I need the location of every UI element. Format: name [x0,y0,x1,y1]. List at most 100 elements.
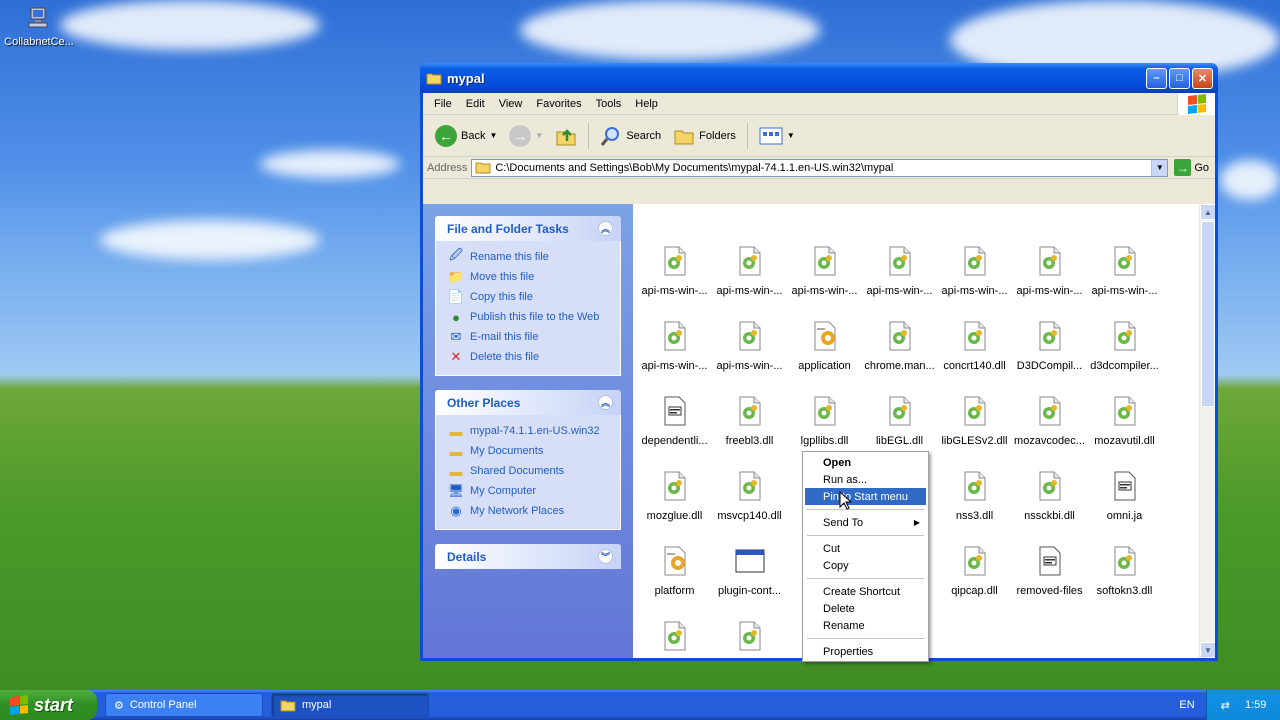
file-item[interactable]: api-ms-win-... [937,245,1012,297]
file-item[interactable]: api-ms-win-... [712,245,787,297]
menu-favorites[interactable]: Favorites [529,98,588,110]
minimize-button[interactable]: – [1146,67,1167,89]
menu-item-rename[interactable]: Rename [805,617,926,634]
file-item[interactable]: mozavcodec... [1012,395,1087,447]
views-button[interactable]: ▼ [755,124,799,148]
go-button[interactable]: → Go [1168,159,1215,176]
file-item[interactable]: api-ms-win-... [712,320,787,372]
network-computer-icon [28,7,48,28]
forward-button[interactable]: → ▼ [505,123,547,149]
up-folder-button[interactable] [551,123,581,149]
file-item[interactable]: d3dcompiler... [1087,320,1162,372]
dll-file-icon [964,546,985,576]
menu-item-properties[interactable]: Properties [805,643,926,660]
file-item[interactable]: msvcp140.dll [712,470,787,522]
place-my-documents[interactable]: ▬ My Documents [448,441,612,461]
file-item[interactable]: platform [637,545,712,597]
menu-item-open[interactable]: Open [805,454,926,471]
file-label: removed-files [1016,585,1083,597]
search-button[interactable]: Search [596,123,665,149]
file-item[interactable]: mozglue.dll [637,470,712,522]
menu-item-run-as[interactable]: Run as... [805,471,926,488]
start-button[interactable]: start [0,690,97,720]
address-input[interactable]: C:\Documents and Settings\Bob\My Documen… [471,158,1169,177]
menu-file[interactable]: File [427,98,459,110]
close-button[interactable]: ✕ [1192,67,1213,89]
place-shared-documents[interactable]: ▬ Shared Documents [448,461,612,481]
menu-item-delete[interactable]: Delete [805,600,926,617]
menu-item-send-to[interactable]: Send To ▶ [805,514,926,531]
file-item[interactable]: vcruntime1... [712,620,787,658]
file-item[interactable]: plugin-cont... [712,545,787,597]
menu-view[interactable]: View [492,98,530,110]
file-item[interactable]: freebl3.dll [712,395,787,447]
file-item[interactable]: api-ms-win-... [637,320,712,372]
vertical-scrollbar[interactable]: ▲ ▼ [1199,204,1215,658]
file-item[interactable]: api-ms-win-... [1087,245,1162,297]
dll-file-icon [739,321,760,351]
menu-help[interactable]: Help [628,98,665,110]
go-arrow-icon: → [1174,159,1192,176]
menu-tools[interactable]: Tools [589,98,629,110]
task-email[interactable]: ✉ E-mail this file [448,327,612,347]
expand-icon[interactable]: ︾ [598,549,613,564]
menu-edit[interactable]: Edit [459,98,492,110]
place-my-computer[interactable]: 🖥 My Computer [448,481,612,501]
delete-icon: ✕ [450,349,462,364]
file-label: mozglue.dll [646,510,703,522]
taskbar-item-control-panel[interactable]: ⚙ Control Panel [105,693,263,717]
address-dropdown-button[interactable]: ▼ [1151,159,1168,176]
task-publish[interactable]: ● Publish this file to the Web [448,307,612,327]
place-network[interactable]: ◉ My Network Places [448,501,612,521]
file-item[interactable]: softokn3.dll [1087,545,1162,597]
file-item[interactable]: ucrtbase.dll [637,620,712,658]
file-item[interactable]: omni.ja [1087,470,1162,522]
file-item[interactable]: nssckbi.dll [1012,470,1087,522]
panel-header[interactable]: Details ︾ [435,544,621,569]
file-item[interactable]: mozavutil.dll [1087,395,1162,447]
file-item[interactable]: dependentli... [637,395,712,447]
place-mypal-folder[interactable]: ▬ mypal-74.1.1.en-US.win32 [448,421,612,441]
file-item[interactable]: D3DCompil... [1012,320,1087,372]
globe-icon: ● [452,309,460,325]
menu-item-cut[interactable]: Cut [805,540,926,557]
taskbar-item-mypal[interactable]: mypal [271,693,429,717]
file-item[interactable]: qipcap.dll [937,545,1012,597]
back-button[interactable]: ← Back ▼ [431,123,501,149]
task-delete[interactable]: ✕ Delete this file [448,347,612,367]
file-item[interactable]: api-ms-win-... [862,245,937,297]
collapse-icon[interactable]: ︽ [598,221,613,236]
file-item[interactable]: api-ms-win-... [787,245,862,297]
file-item[interactable]: api-ms-win-... [1012,245,1087,297]
dll-file-icon [1039,246,1060,276]
scroll-up-button[interactable]: ▲ [1200,204,1215,220]
file-item[interactable]: libGLESv2.dll [937,395,1012,447]
maximize-button[interactable]: □ [1169,67,1190,89]
desktop-icon-collabnet[interactable]: CollabnetCe... [2,4,76,48]
collapse-icon[interactable]: ︽ [598,395,613,410]
chevron-down-icon: ▼ [786,131,795,140]
file-item[interactable]: libEGL.dll [862,395,937,447]
menu-item-create-shortcut[interactable]: Create Shortcut [805,583,926,600]
title-bar[interactable]: mypal – □ ✕ [420,63,1218,93]
task-rename[interactable]: 🖉 Rename this file [448,247,612,267]
file-item[interactable]: api-ms-win-... [637,245,712,297]
menu-item-pin-start[interactable]: Pin to Start menu [805,488,926,505]
network-tray-icon[interactable]: ⇄ [1221,699,1230,712]
task-move[interactable]: 📁 Move this file [448,267,612,287]
file-item[interactable]: removed-files [1012,545,1087,597]
language-indicator[interactable]: EN [1168,699,1206,711]
folders-button[interactable]: Folders [669,123,740,149]
task-copy[interactable]: 📄 Copy this file [448,287,612,307]
file-item[interactable]: concrt140.dll [937,320,1012,372]
scrollbar-thumb[interactable] [1201,221,1215,407]
clock[interactable]: 1:59 [1245,699,1266,711]
file-item[interactable]: nss3.dll [937,470,1012,522]
file-item[interactable]: lgpllibs.dll [787,395,862,447]
file-item[interactable]: chrome.man... [862,320,937,372]
file-item[interactable]: application [787,320,862,372]
panel-header[interactable]: File and Folder Tasks ︽ [435,216,621,241]
scroll-down-button[interactable]: ▼ [1200,642,1215,658]
menu-item-copy[interactable]: Copy [805,557,926,574]
panel-header[interactable]: Other Places ︽ [435,390,621,415]
